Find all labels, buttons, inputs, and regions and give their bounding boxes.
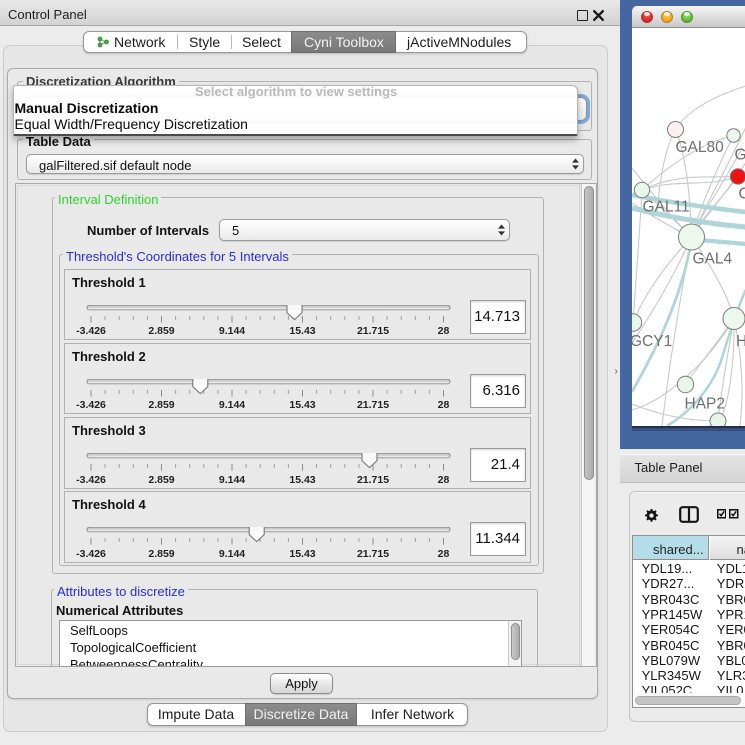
svg-text:GAL11: GAL11 (642, 198, 689, 215)
svg-text:GAL80: GAL80 (675, 139, 724, 156)
svg-text:C: C (738, 185, 745, 202)
svg-text:GA: GA (734, 146, 745, 163)
svg-text:HAP2: HAP2 (684, 395, 725, 412)
svg-text:H: H (736, 333, 745, 350)
svg-text:GAL4: GAL4 (692, 250, 732, 267)
svg-text:GCY1: GCY1 (632, 333, 672, 350)
